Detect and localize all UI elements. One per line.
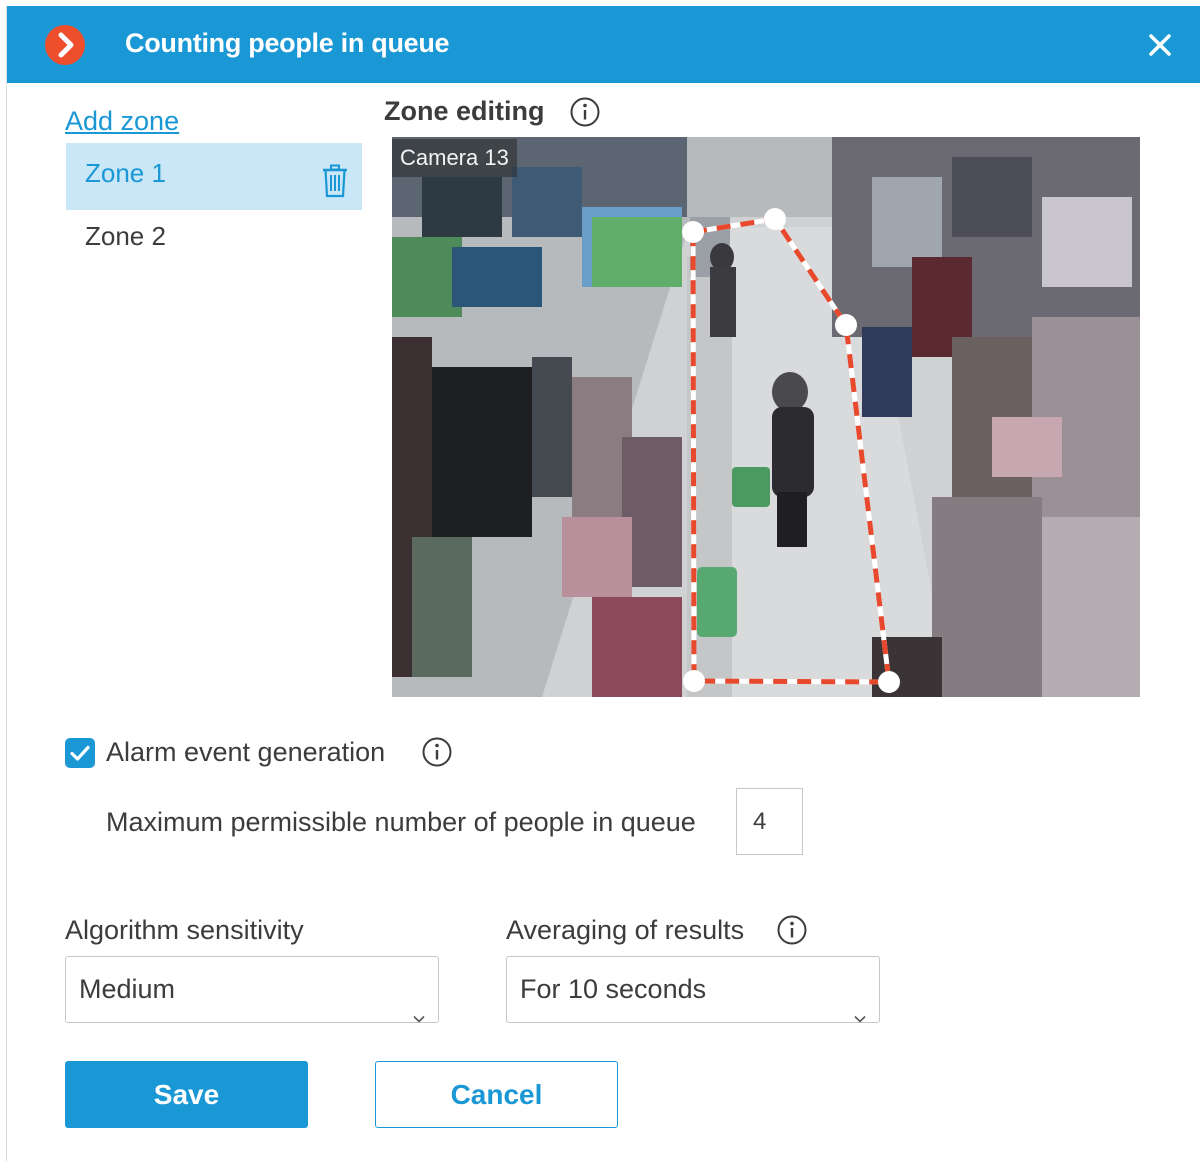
close-icon[interactable] [1145, 30, 1175, 60]
chevron-down-icon [853, 983, 867, 1048]
add-zone-link[interactable]: Add zone [65, 106, 179, 137]
window-title: Counting people in queue [125, 28, 450, 58]
app-logo-icon [45, 25, 85, 65]
zone-label: Zone 1 [85, 158, 166, 188]
alarm-event-checkbox[interactable] [65, 738, 95, 768]
camera-preview[interactable]: Camera 13 [392, 137, 1140, 697]
averaging-select[interactable]: For 10 seconds [506, 956, 880, 1023]
dialog: Counting people in queue Add zone Zone 1… [6, 6, 1200, 1161]
cancel-button[interactable]: Cancel [375, 1061, 618, 1128]
camera-label: Camera 13 [392, 139, 517, 177]
zone-list-item-2[interactable]: Zone 2 [66, 206, 362, 273]
title-bar: Counting people in queue [7, 6, 1200, 83]
zone-list-item-1[interactable]: Zone 1 [66, 143, 362, 210]
zone-editing-info-icon[interactable] [569, 96, 601, 133]
averaging-value: For 10 seconds [520, 974, 707, 1004]
max-people-input[interactable]: 4 [736, 788, 803, 855]
max-people-label: Maximum permissible number of people in … [106, 807, 696, 837]
alarm-event-label: Alarm event generation [106, 737, 386, 767]
averaging-info-icon[interactable] [776, 914, 808, 951]
chevron-down-icon [412, 983, 426, 1048]
sensitivity-select[interactable]: Medium [65, 956, 439, 1023]
alarm-info-icon[interactable] [421, 736, 453, 773]
sensitivity-value: Medium [79, 974, 176, 1004]
camera-image [392, 137, 1140, 697]
zone-label: Zone 2 [85, 221, 166, 251]
save-button[interactable]: Save [65, 1061, 308, 1128]
sensitivity-label: Algorithm sensitivity [65, 915, 304, 945]
averaging-label: Averaging of results [506, 915, 745, 945]
zone-editing-title: Zone editing [384, 96, 545, 126]
